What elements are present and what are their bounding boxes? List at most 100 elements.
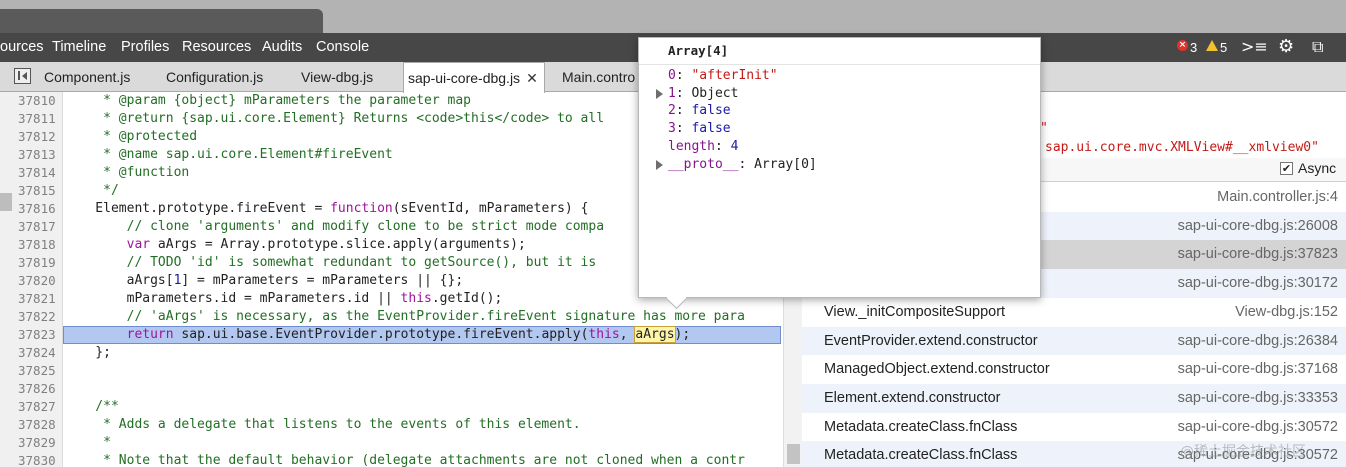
file-tab-label: Configuration.js bbox=[166, 69, 264, 85]
panel-tab-console[interactable]: Console bbox=[316, 33, 369, 62]
line-number[interactable]: 37829 bbox=[18, 434, 60, 452]
line-number[interactable]: 37814 bbox=[18, 164, 60, 182]
code-text: var aArgs = Array.prototype.slice.apply(… bbox=[126, 237, 526, 252]
file-tab-label: sap-ui-core-dbg.js bbox=[408, 70, 521, 86]
call-stack-frame[interactable]: Metadata.createClass.fnClass sap-ui-core-… bbox=[802, 412, 1346, 442]
code-text: * @return {sap.ui.core.Element} Returns … bbox=[64, 111, 605, 126]
popover-property-row: 0: "afterInit" bbox=[668, 68, 778, 83]
frame-location-link[interactable]: sap-ui-core-dbg.js:30172 bbox=[1178, 269, 1338, 298]
line-number[interactable]: 37826 bbox=[18, 380, 60, 398]
file-tab[interactable]: Configuration.js bbox=[166, 62, 263, 92]
popover-title: Array[4] bbox=[668, 43, 729, 58]
frame-location-link[interactable]: sap-ui-core-dbg.js:37823 bbox=[1178, 240, 1338, 269]
code-text: * Note that the default behavior (delega… bbox=[64, 453, 745, 467]
line-number[interactable]: 37830 bbox=[18, 452, 60, 467]
line-number[interactable]: 37828 bbox=[18, 416, 60, 434]
line-number[interactable]: 37819 bbox=[18, 254, 60, 272]
panel-tab-timeline[interactable]: Timeline bbox=[52, 33, 106, 62]
code-text: * Adds a delegate that listens to the ev… bbox=[64, 417, 581, 432]
frame-function-name: ManagedObject.extend.constructor bbox=[824, 361, 1050, 378]
line-number[interactable]: 37815 bbox=[18, 182, 60, 200]
code-line[interactable]: 37822 // 'aArgs' is necessary, as the Ev… bbox=[0, 308, 783, 326]
gear-icon[interactable]: ⚙ bbox=[1278, 36, 1294, 58]
file-tab[interactable]: View-dbg.js bbox=[301, 62, 373, 92]
line-number[interactable]: 37816 bbox=[18, 200, 60, 218]
frame-function-name: EventProvider.extend.constructor bbox=[824, 332, 1038, 349]
code-line[interactable]: 37827 /** bbox=[0, 398, 783, 416]
code-line[interactable]: 37826 bbox=[0, 380, 783, 398]
object-popover: Array[4] 0: "afterInit" 1: Object 2: false… bbox=[638, 37, 1041, 298]
frame-location-link[interactable]: sap-ui-core-dbg.js:30572 bbox=[1178, 413, 1338, 442]
code-text: * @name sap.ui.core.Element#fireEvent bbox=[64, 147, 393, 162]
frame-location-link[interactable]: Main.controller.js:4 bbox=[1217, 183, 1338, 212]
line-number[interactable]: 37822 bbox=[18, 308, 60, 326]
panel-tab-resources[interactable]: Resources bbox=[182, 33, 251, 62]
panel-tab-profiles[interactable]: Profiles bbox=[121, 33, 169, 62]
call-stack-frame[interactable]: EventProvider.extend.constructor sap-ui-c… bbox=[802, 326, 1346, 356]
error-icon: × bbox=[1177, 40, 1188, 51]
browser-tab[interactable] bbox=[0, 9, 323, 33]
code-line[interactable]: 37824 }; bbox=[0, 344, 783, 362]
code-text: * @protected bbox=[64, 129, 198, 144]
panel-tab-audits[interactable]: Audits bbox=[262, 33, 302, 62]
line-number[interactable]: 37817 bbox=[18, 218, 60, 236]
error-count[interactable]: 3 bbox=[1190, 33, 1197, 62]
breakpoint-marker bbox=[0, 193, 12, 211]
code-text: aArgs[1] = mParameters = mParameters || … bbox=[64, 273, 464, 288]
popover-property-row: 2: false bbox=[668, 103, 731, 119]
scope-value-fragment: " bbox=[1040, 121, 1048, 136]
code-text: mParameters.id = mParameters.id || this.… bbox=[64, 291, 503, 306]
code-text: * bbox=[64, 435, 111, 450]
code-line[interactable]: 37828 * Adds a delegate that listens to … bbox=[0, 416, 783, 434]
code-line[interactable]: 37823 return sap.ui.base.EventProvider.p… bbox=[0, 326, 783, 344]
line-number[interactable]: 37823 bbox=[18, 326, 60, 344]
popover-property-row[interactable]: 1: Object bbox=[668, 85, 738, 103]
code-text: */ bbox=[64, 183, 119, 198]
line-number[interactable]: 37810 bbox=[18, 92, 60, 110]
line-number[interactable]: 37811 bbox=[18, 110, 60, 128]
close-icon[interactable]: ✕ bbox=[526, 70, 538, 86]
line-number[interactable]: 37818 bbox=[18, 236, 60, 254]
frame-location-link[interactable]: sap-ui-core-dbg.js:26384 bbox=[1178, 327, 1338, 356]
frame-location-link[interactable]: sap-ui-core-dbg.js:33353 bbox=[1178, 384, 1338, 413]
code-line[interactable]: 37825 bbox=[0, 362, 783, 380]
async-checkbox[interactable]: ✔ bbox=[1280, 162, 1293, 175]
frame-location-link[interactable]: sap-ui-core-dbg.js:37168 bbox=[1178, 355, 1338, 384]
file-tab-label: Main.contro bbox=[562, 69, 636, 85]
line-number[interactable]: 37821 bbox=[18, 290, 60, 308]
frame-location-link[interactable]: View-dbg.js:152 bbox=[1235, 298, 1338, 327]
console-drawer-icon[interactable]: >≡ bbox=[1241, 36, 1268, 58]
panel-tab-sources[interactable]: ources bbox=[0, 33, 44, 62]
watermark: @稀土掘金技术社区 bbox=[1180, 444, 1306, 460]
warning-count[interactable]: 5 bbox=[1220, 33, 1227, 62]
call-stack-frame[interactable]: View._initCompositeSupport View-dbg.js:15… bbox=[802, 297, 1346, 327]
code-text: // TODO 'id' is somewhat redundant to ge… bbox=[64, 255, 597, 270]
popover-property-row: 3: false bbox=[668, 121, 731, 137]
line-number[interactable]: 37825 bbox=[18, 362, 60, 380]
call-stack-frame[interactable]: ManagedObject.extend.constructor sap-ui-c… bbox=[802, 355, 1346, 385]
scope-value: sap.ui.core.mvc.XMLView#__xmlview0" bbox=[1045, 140, 1319, 155]
line-number[interactable]: 37827 bbox=[18, 398, 60, 416]
line-number[interactable]: 37813 bbox=[18, 146, 60, 164]
code-text: return sap.ui.base.EventProvider.prototy… bbox=[126, 326, 691, 343]
popover-property-row[interactable]: __proto__: Array[0] bbox=[668, 156, 817, 174]
line-number[interactable]: 37820 bbox=[18, 272, 60, 290]
warning-icon bbox=[1206, 40, 1218, 51]
call-stack-frame[interactable]: Element.extend.constructor sap-ui-core-db… bbox=[802, 383, 1346, 413]
file-tab[interactable]: Main.contro bbox=[562, 62, 635, 92]
code-text: // 'aArgs' is necessary, as the EventPro… bbox=[64, 309, 745, 324]
popover-divider bbox=[639, 64, 1040, 65]
code-line[interactable]: 37830 * Note that the default behavior (… bbox=[0, 452, 783, 467]
line-number[interactable]: 37812 bbox=[18, 128, 60, 146]
expand-triangle-icon[interactable] bbox=[656, 88, 663, 99]
expand-triangle-icon[interactable] bbox=[656, 159, 663, 170]
code-line[interactable]: 37829 * bbox=[0, 434, 783, 452]
frame-location-link[interactable]: sap-ui-core-dbg.js:26008 bbox=[1178, 212, 1338, 241]
file-tab-active[interactable]: sap-ui-core-dbg.js ✕ bbox=[403, 62, 545, 93]
async-label: Async bbox=[1298, 160, 1337, 176]
line-number[interactable]: 37824 bbox=[18, 344, 60, 362]
file-tab[interactable]: Component.js bbox=[44, 62, 130, 92]
dock-icon[interactable]: ⧉ bbox=[1312, 36, 1323, 58]
scrollbar-thumb[interactable] bbox=[787, 444, 800, 464]
navigator-toggle-icon[interactable] bbox=[14, 68, 31, 84]
